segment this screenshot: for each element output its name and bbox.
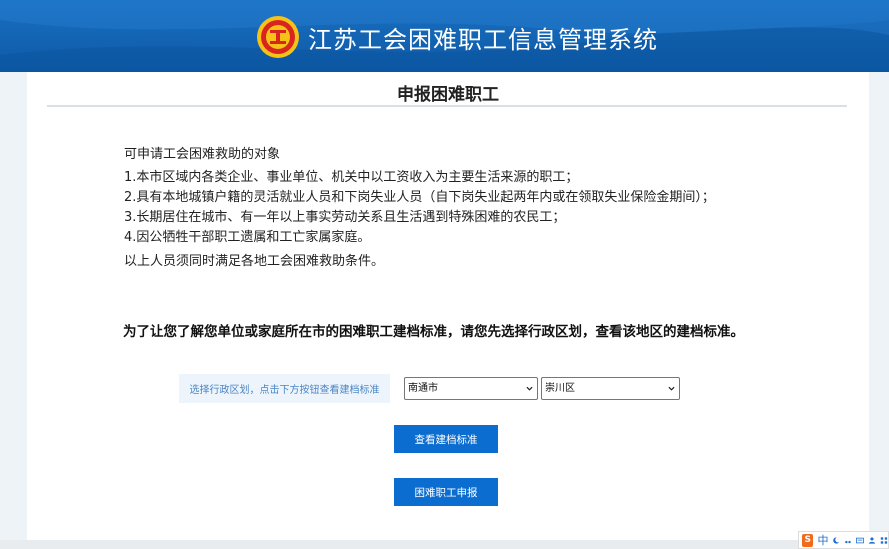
- city-select-value: 南通市: [408, 383, 438, 394]
- eligibility-item: 3.长期居住在城市、有一年以上事实劳动关系且生活遇到特殊困难的农民工；: [124, 210, 566, 225]
- instruction-text: 为了让您了解您单位或家庭所在市的困难职工建档标准，请您先选择行政区划，查看该地区…: [123, 324, 744, 340]
- district-select[interactable]: 崇川区: [541, 377, 680, 400]
- eligibility-note: 以上人员须同时满足各地工会困难救助条件。: [124, 254, 385, 269]
- keyboard-icon[interactable]: [856, 536, 865, 545]
- user-icon[interactable]: [868, 536, 876, 545]
- punctuation-icon[interactable]: [844, 536, 852, 545]
- moon-icon[interactable]: [832, 536, 840, 545]
- union-emblem-icon: [257, 16, 299, 58]
- eligibility-item: 4.因公牺牲干部职工遗属和工亡家属家庭。: [124, 230, 371, 245]
- apps-grid-icon[interactable]: [880, 536, 888, 545]
- region-label: 选择行政区划，点击下方按钮查看建档标准: [179, 374, 390, 403]
- ime-toolbar[interactable]: S 中: [798, 531, 889, 549]
- apply-hardship-button[interactable]: 困难职工申报: [394, 478, 498, 506]
- page-title: 申报困难职工: [397, 85, 499, 105]
- ime-mode-label[interactable]: 中: [817, 532, 828, 548]
- city-select[interactable]: 南通市: [404, 377, 538, 400]
- eligibility-item: 2.具有本地城镇户籍的灵活就业人员和下岗失业人员（自下岗失业起两年内或在领取失业…: [124, 190, 715, 205]
- eligibility-heading: 可申请工会困难救助的对象: [124, 147, 281, 162]
- sogou-icon: S: [802, 533, 814, 547]
- app-header: 江苏工会困难职工信息管理系统: [0, 0, 889, 72]
- chevron-down-icon: [526, 386, 533, 391]
- main-content: 申报困难职工 可申请工会困难救助的对象 1.本市区域内各类企业、事业单位、机关中…: [27, 72, 869, 540]
- eligibility-item: 1.本市区域内各类企业、事业单位、机关中以工资收入为主要生活来源的职工；: [124, 170, 579, 185]
- view-standard-button[interactable]: 查看建档标准: [394, 425, 498, 453]
- district-select-value: 崇川区: [545, 383, 575, 394]
- app-title: 江苏工会困难职工信息管理系统: [308, 26, 658, 54]
- eligibility-section: 可申请工会困难救助的对象 1.本市区域内各类企业、事业单位、机关中以工资收入为主…: [124, 145, 715, 272]
- title-divider: [47, 105, 847, 107]
- chevron-down-icon: [668, 386, 675, 391]
- horizontal-scrollbar[interactable]: [0, 540, 889, 549]
